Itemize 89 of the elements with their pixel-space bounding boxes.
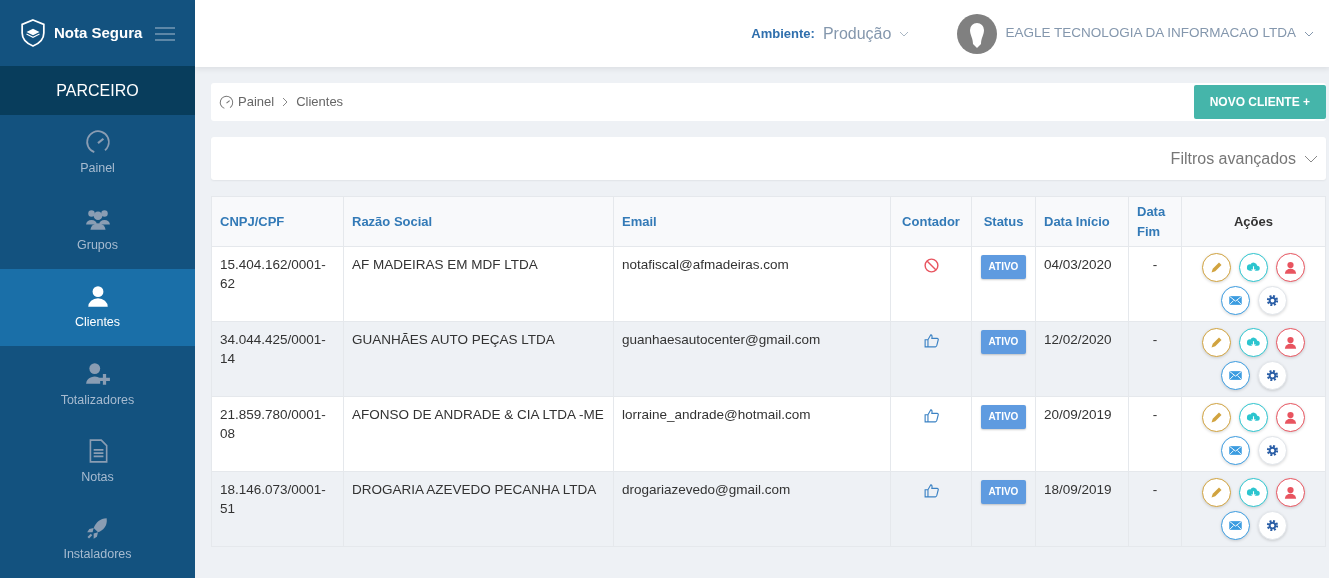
chevron-down-icon [1304,30,1314,37]
sidebar-item[interactable]: Notas [0,423,195,501]
environment-dropdown[interactable]: Produção [822,21,910,46]
user-button[interactable] [1276,328,1305,357]
status-badge: ATIVO [980,255,1027,279]
table-cell: - [1128,246,1182,322]
settings-button[interactable] [1257,286,1287,315]
email-button[interactable] [1220,361,1250,390]
edit-button[interactable] [1202,403,1231,432]
status-badge: ATIVO [980,330,1027,354]
status-badge: ATIVO [980,405,1027,429]
user-button[interactable] [1276,403,1305,432]
edit-button[interactable] [1202,478,1231,507]
user-icon [1283,485,1298,500]
user-icon [1283,260,1298,275]
avatar-icon [957,13,998,54]
column-header: Status [971,196,1036,247]
column-header: Data Início [1035,196,1129,247]
email-button[interactable] [1220,286,1250,315]
table-cell: 34.044.425/0001-14 [211,321,344,397]
edit-button[interactable] [1202,253,1231,282]
status-badge: ATIVO [980,480,1027,504]
pencil-icon [1209,260,1224,275]
breadcrumb-item: Clientes [296,93,344,112]
breadcrumb-item[interactable]: Painel [238,92,275,112]
chevron-down-icon [899,30,910,37]
table-cell: AF MADEIRAS EM MDF LTDA [343,246,614,322]
chevron-down-icon [1304,154,1318,163]
table-cell: guanhaesautocenter@gmail.com [613,321,891,397]
table-cell: GUANHÃES AUTO PEÇAS LTDA [343,321,614,397]
email-button[interactable] [1220,436,1250,465]
envelope-icon [1227,293,1243,308]
settings-icon [1264,443,1280,458]
sidebar-item[interactable]: Grupos [0,192,195,270]
chevron-right-icon [282,97,289,107]
edit-button[interactable] [1202,328,1231,357]
table-cell: 18/09/2019 [1035,471,1129,547]
email-button[interactable] [1220,511,1250,540]
settings-button[interactable] [1257,361,1287,390]
column-header: Ações [1181,196,1326,247]
user-button[interactable] [1276,253,1305,282]
shield-logo-icon [20,18,46,49]
table-cell: 21.859.780/0001-08 [211,396,344,472]
column-header: Data Fim [1128,196,1182,247]
pencil-icon [1209,410,1224,425]
user-menu[interactable]: EAGLE TECNOLOGIA DA INFORMACAO LTDA [957,13,1314,54]
gauge-icon [84,129,111,156]
table-cell: 20/09/2019 [1035,396,1129,472]
table-cell: 04/03/2020 [1035,246,1129,322]
user-icon [1283,335,1298,350]
pencil-icon [1209,485,1224,500]
sidebar-section-title: PARCEIRO [0,66,195,115]
table-cell: - [1128,396,1182,472]
table-cell: lorraine_andrade@hotmail.com [613,396,891,472]
environment-label: Ambiente: [751,24,815,43]
gauge-icon [219,94,234,110]
user-button[interactable] [1276,478,1305,507]
column-header: CNPJ/CPF [211,196,344,247]
settings-icon [1264,368,1280,383]
column-header: Email [613,196,891,247]
table-cell: drogariazevedo@gmail.com [613,471,891,547]
settings-icon [1264,293,1280,308]
envelope-icon [1227,443,1243,458]
settings-icon [1264,518,1280,533]
column-header: Contador [890,196,972,247]
table-cell: 18.146.073/0001-51 [211,471,344,547]
table-cell: DROGARIA AZEVEDO PECANHA LTDA [343,471,614,547]
table-cell: - [1128,321,1182,397]
table-cell: - [1128,471,1182,547]
advanced-filters-toggle[interactable]: Filtros avançados [1170,146,1318,171]
column-header: Razão Social [343,196,614,247]
table-cell: notafiscal@afmadeiras.com [613,246,891,322]
new-client-button[interactable]: NOVO CLIENTE + [1193,85,1326,119]
user-icon [1283,410,1298,425]
table-cell: 15.404.162/0001-62 [211,246,344,322]
pencil-icon [1209,335,1224,350]
table-cell: 12/02/2020 [1035,321,1129,397]
envelope-icon [1227,518,1243,533]
sidebar-item[interactable]: Totalizadores [0,346,195,424]
envelope-icon [1227,368,1243,383]
sidebar-item[interactable]: Painel [0,114,195,192]
sidebar-item[interactable]: Instaladores [0,500,195,578]
brand-name: Nota Segura [54,22,143,43]
menu-icon [155,25,175,42]
sidebar-item[interactable]: Clientes [0,269,195,347]
settings-button[interactable] [1257,436,1287,465]
table-cell: AFONSO DE ANDRADE & CIA LTDA -ME [343,396,614,472]
user-plus-icon [84,360,111,387]
settings-button[interactable] [1257,511,1287,540]
